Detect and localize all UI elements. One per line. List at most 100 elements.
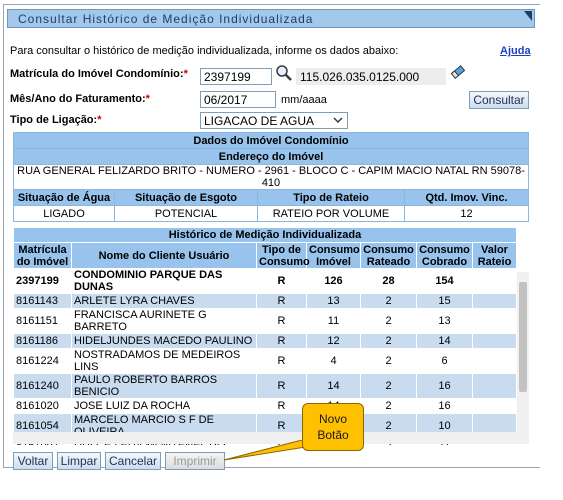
table-row[interactable]: 8161224 NOSTRADAMOS DE MEDEIROS LINS R 4 2 6 [13, 348, 517, 374]
nome-cell: FRANCISCA AURINETE G BARRETO [71, 308, 257, 334]
matricula-cell: 8161020 [13, 398, 72, 414]
situacao-agua-value: LIGADO [13, 205, 115, 222]
consumo-imovel-cell: 12 [306, 333, 361, 349]
novo-botao-callout: Novo Botão [302, 403, 364, 451]
valor-rateio-cell [472, 373, 517, 399]
limpar-button[interactable]: Limpar [57, 452, 101, 470]
nome-cell: PAULO ROBERTO BARROS BENICIO [71, 373, 257, 399]
tipo-consumo-cell: R [256, 333, 307, 349]
mes-ano-hint: mm/aaaa [281, 94, 327, 106]
matricula-label: Matrícula do Imóvel Condomínio:* [10, 68, 188, 80]
col-consumo-rateado-header: Consumo Rateado [360, 242, 417, 269]
tipo-consumo-cell: R [256, 268, 307, 294]
situacao-esgoto-header: Situação de Esgoto [114, 189, 258, 206]
nome-cell: NOSTRADAMOS DE MEDEIROS LINS [71, 348, 257, 374]
consumo-rateado-cell: 2 [360, 308, 417, 334]
consumo-imovel-cell: 14 [306, 373, 361, 399]
historico-panel: Histórico de Medição Individualizada Mat… [13, 227, 529, 445]
consumo-rateado-cell: 2 [360, 333, 417, 349]
table-row[interactable]: 8161020JOSE LUIZ DA ROCHAR14216 [13, 398, 517, 414]
mes-ano-input[interactable]: 06/2017 [200, 91, 276, 108]
consumo-rateado-cell: 28 [360, 268, 417, 294]
col-matricula-header: Matrícula do Imóvel [13, 242, 72, 269]
consumo-imovel-cell: 13 [306, 293, 361, 309]
endereco-header: Endereço do Imóvel [13, 148, 529, 165]
tipo-ligacao-label: Tipo de Ligação:* [10, 114, 102, 126]
cancelar-button[interactable]: Cancelar [105, 452, 161, 470]
valor-rateio-cell [472, 333, 517, 349]
col-valor-rateio-header: Valor Rateio [472, 242, 517, 269]
window-title-bar: Consultar Histórico de Medição Individua… [7, 9, 535, 28]
tipo-consumo-cell: R [256, 348, 307, 374]
historico-table: Histórico de Medição Individualizada Mat… [13, 227, 517, 445]
imprimir-button[interactable]: Imprimir [165, 452, 225, 470]
col-nome-header: Nome do Cliente Usuário [71, 242, 257, 269]
tipo-consumo-cell: R [256, 398, 307, 414]
qtd-imov-value: 12 [404, 205, 529, 222]
consumo-imovel-cell: 126 [306, 268, 361, 294]
col-tipo-consumo-header: Tipo de Consumo [256, 242, 310, 269]
consumo-cobrado-cell: 6 [416, 348, 473, 374]
tipo-consumo-cell: R [256, 373, 307, 399]
consumo-cobrado-cell: 15 [416, 293, 473, 309]
matricula-cell: 2397199 [13, 268, 72, 294]
tipo-rateio-value: RATEIO POR VOLUME [257, 205, 405, 222]
chevron-down-icon [333, 117, 343, 123]
vertical-scrollbar[interactable] [517, 272, 529, 432]
consumo-cobrado-cell: 14 [416, 333, 473, 349]
corner-decoration-icon [524, 11, 532, 21]
nome-cell: HIDELJUNDES MACEDO PAULINO [71, 333, 257, 349]
nome-cell: CONDOMINIO PARQUE DAS DUNAS [71, 268, 257, 294]
callout-line-1: Novo [318, 412, 347, 426]
consumo-rateado-cell: 2 [360, 373, 417, 399]
situacao-agua-header: Situação de Água [13, 189, 115, 206]
matricula-cell: 8161143 [13, 293, 72, 309]
mes-ano-label: Mês/Ano do Faturamento:* [10, 93, 150, 105]
dados-imovel-table: Dados do Imóvel Condomínio Endereço do I… [13, 132, 529, 222]
table-row[interactable]: 8161151 FRANCISCA AURINETE G BARRETO R 11 2 1… [13, 308, 517, 334]
consumo-cobrado-cell: 16 [416, 373, 473, 399]
callout-line-2: Botão [317, 428, 349, 442]
consultar-button[interactable]: Consultar [469, 91, 529, 109]
qtd-imov-header: Qtd. Imov. Vinc. [404, 189, 529, 206]
callout-pointer [223, 440, 312, 461]
valor-rateio-cell [472, 268, 517, 294]
nome-cell: JOSE LUIZ DA ROCHA [71, 398, 257, 414]
table-row[interactable]: 8161240 PAULO ROBERTO BARROS BENICIO R 14 2 1… [13, 373, 517, 399]
matricula-input[interactable]: 2397199 [200, 68, 272, 85]
consumo-imovel-cell: 11 [306, 308, 361, 334]
matricula-cell: 8161224 [13, 348, 72, 374]
consumo-rateado-cell: 2 [360, 348, 417, 374]
consumo-cobrado-cell: 154 [416, 268, 473, 294]
tipo-consumo-cell: R [256, 293, 307, 309]
col-consumo-imovel-header: Consumo Imóvel [306, 242, 361, 269]
matricula-cell: 8161186 [13, 333, 72, 349]
inscricao-field: 115.026.035.0125.000 [296, 68, 446, 85]
consumo-cobrado-cell: 16 [416, 398, 473, 414]
eraser-icon[interactable] [450, 64, 466, 80]
col-consumo-cobrado-header: Consumo Cobrado [416, 242, 473, 269]
tipo-consumo-cell: R [256, 308, 307, 334]
tipo-ligacao-select[interactable]: LIGACAO DE AGUA [200, 112, 348, 129]
table-row[interactable]: 2397199 CONDOMINIO PARQUE DAS DUNAS R 126 28… [13, 268, 517, 294]
consumo-imovel-cell: 4 [306, 348, 361, 374]
intro-text: Para consultar o histórico de medição in… [10, 45, 399, 57]
historico-header: Histórico de Medição Individualizada [13, 227, 517, 243]
endereco-value: RUA GENERAL FELIZARDO BRITO - NUMERO - 2… [13, 164, 529, 190]
valor-rateio-cell [472, 308, 517, 334]
help-link[interactable]: Ajuda [500, 45, 531, 57]
table-row[interactable]: 8161186 HIDELJUNDES MACEDO PAULINO R 12 2 14 [13, 333, 517, 349]
valor-rateio-cell [472, 293, 517, 309]
window-title: Consultar Histórico de Medição Individua… [18, 12, 314, 26]
consumo-rateado-cell: 2 [360, 293, 417, 309]
search-icon[interactable] [274, 64, 294, 82]
situacao-esgoto-value: POTENCIAL [114, 205, 258, 222]
table-row[interactable]: 8161143 ARLETE LYRA CHAVES R 13 2 15 [13, 293, 517, 309]
tipo-rateio-header: Tipo de Rateio [257, 189, 405, 206]
matricula-cell: 8161151 [13, 308, 72, 334]
dados-imovel-header: Dados do Imóvel Condomínio [13, 132, 529, 149]
voltar-button[interactable]: Voltar [13, 452, 53, 470]
nome-cell: ARLETE LYRA CHAVES [71, 293, 257, 309]
valor-rateio-cell [472, 398, 517, 414]
scroll-thumb[interactable] [519, 282, 527, 392]
